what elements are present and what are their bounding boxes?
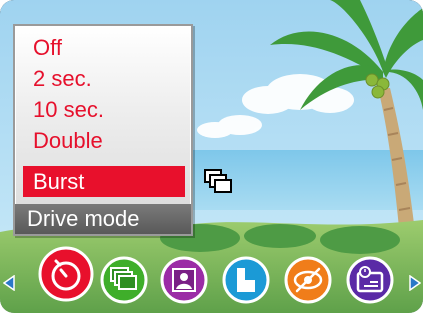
left-arrow-icon[interactable] bbox=[3, 275, 15, 291]
burst-mode-icon bbox=[204, 169, 232, 193]
red-eye-icon[interactable] bbox=[284, 256, 332, 304]
menu-item-off[interactable]: Off bbox=[23, 32, 185, 63]
portrait-mode-icon[interactable] bbox=[160, 256, 208, 304]
drive-mode-icon[interactable] bbox=[100, 256, 148, 304]
drive-mode-menu: Off 2 sec. 10 sec. Double Burst Drive mo… bbox=[13, 24, 193, 236]
right-arrow-icon[interactable] bbox=[409, 275, 421, 291]
menu-item-double[interactable]: Double bbox=[23, 125, 185, 156]
menu-item-10-sec[interactable]: 10 sec. bbox=[23, 94, 185, 125]
image-size-icon[interactable] bbox=[222, 256, 270, 304]
menu-title: Drive mode bbox=[15, 204, 191, 234]
menu-item-2-sec[interactable]: 2 sec. bbox=[23, 63, 185, 94]
camera-lcd-screen: Off 2 sec. 10 sec. Double Burst Drive mo… bbox=[0, 0, 423, 313]
info-display-icon[interactable] bbox=[346, 256, 394, 304]
self-timer-icon[interactable] bbox=[38, 246, 94, 302]
menu-item-burst[interactable]: Burst bbox=[23, 166, 185, 197]
